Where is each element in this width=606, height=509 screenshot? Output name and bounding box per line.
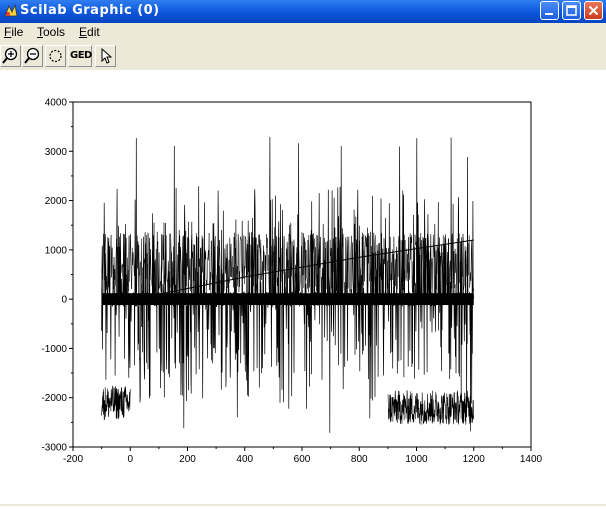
zoom-out-icon	[24, 47, 40, 64]
y-tick-label: -3000	[41, 443, 67, 454]
y-tick-label: -2000	[41, 393, 67, 404]
close-icon	[588, 5, 599, 16]
x-tick-label: 800	[351, 454, 368, 465]
y-tick-label: 4000	[45, 98, 68, 109]
window-title: Scilab Graphic (0)	[20, 3, 160, 18]
signal-series-line	[101, 136, 475, 433]
signal-cluster-0	[101, 385, 131, 421]
x-tick-label: 0	[127, 454, 133, 465]
minimize-icon	[545, 13, 553, 15]
minimize-button[interactable]	[540, 1, 559, 20]
menu-edit[interactable]: Edit	[79, 25, 100, 39]
ged-button[interactable]: GED	[68, 45, 92, 67]
pointer-button[interactable]	[95, 45, 116, 67]
toolbar: GED	[0, 43, 606, 70]
ged-icon: GED	[70, 50, 92, 61]
x-tick-label: 600	[294, 454, 311, 465]
x-tick-label: 1400	[520, 454, 543, 465]
rotate-button[interactable]	[45, 45, 66, 67]
x-tick-label: 400	[236, 454, 253, 465]
y-tick-label: 0	[61, 295, 67, 306]
scilab-app-icon[interactable]	[3, 3, 19, 19]
close-button[interactable]	[584, 1, 603, 20]
y-tick-label: -1000	[41, 344, 67, 355]
y-tick-label: 2000	[45, 196, 68, 207]
x-tick-label: 200	[179, 454, 196, 465]
baseline-band	[101, 293, 474, 306]
maximize-button[interactable]	[562, 1, 581, 20]
x-tick-label: 1000	[405, 454, 428, 465]
zoom-out-button[interactable]	[22, 45, 43, 67]
menu-file-label: File	[4, 25, 24, 39]
zoom-in-icon	[2, 47, 18, 64]
menu-tools-label: Tools	[37, 25, 66, 39]
title-bar[interactable]: Scilab Graphic (0)	[0, 0, 606, 23]
x-tick-label: 1200	[463, 454, 486, 465]
graphic-canvas[interactable]: -200 0 200 400 600 800 1000 1200 1400 -3000 -2000-…	[0, 70, 606, 504]
y-tick-label: 3000	[45, 147, 68, 158]
menu-tools[interactable]: Tools	[37, 25, 65, 39]
plot-layer: -200 0 200 400 600 800 1000 1200 1400-3000-2000-…	[41, 98, 542, 466]
zoom-in-button[interactable]	[0, 45, 21, 67]
scilab-graphic-window: Scilab Graphic (0) File Tools Edit GED -…	[0, 0, 606, 506]
y-tick-label: 1000	[45, 245, 68, 256]
pointer-icon	[101, 47, 113, 64]
x-tick-label: -200	[63, 454, 83, 465]
menu-file[interactable]: File	[4, 25, 23, 39]
menu-edit-label: Edit	[79, 25, 100, 39]
signal-cluster-1	[387, 389, 475, 425]
plot-area[interactable]: -200 0 200 400 600 800 1000 1200 1400-3000-2000-…	[0, 70, 606, 504]
menu-bar: File Tools Edit	[0, 23, 606, 43]
maximize-icon	[566, 5, 577, 16]
rotate-icon	[49, 49, 62, 63]
